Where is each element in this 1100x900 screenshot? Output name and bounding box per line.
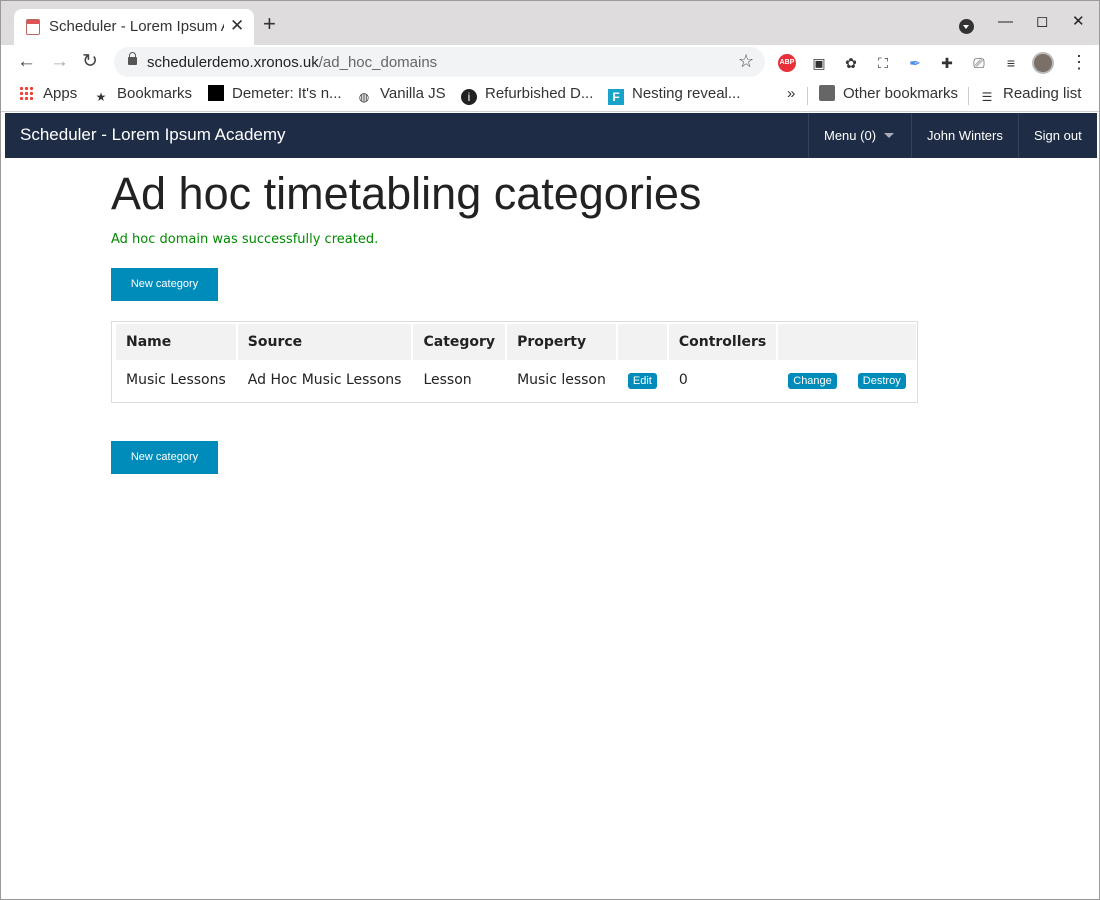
close-window-icon[interactable]: ✕ (1072, 12, 1085, 32)
url-text[interactable]: schedulerdemo.xronos.uk/ad_hoc_domains (147, 54, 437, 71)
star-icon: ★ (95, 90, 107, 104)
new-category-button-bottom[interactable]: New category (111, 441, 218, 474)
bookmark-divider (807, 87, 808, 105)
profile-avatar[interactable] (1032, 52, 1054, 74)
other-bookmarks[interactable]: Other bookmarks (819, 84, 958, 104)
bookmark-apps[interactable]: Apps (19, 84, 77, 104)
bookmark-vanilla-js[interactable]: ◍ Vanilla JS (356, 84, 446, 105)
other-bookmarks-label: Other bookmarks (843, 85, 959, 102)
forward-icon[interactable]: → (50, 51, 69, 73)
tab-search-icon[interactable] (959, 19, 974, 34)
tab-strip: Scheduler - Lorem Ipsum Academy ✕ + — ◻ … (1, 1, 1099, 45)
lock-icon (128, 52, 137, 65)
bookmark-nesting[interactable]: F Nesting reveal... (608, 84, 740, 105)
bookmark-label: Bookmarks (117, 85, 193, 102)
bookmark-label: Nesting reveal... (632, 85, 741, 102)
browser-toolbar: ← → ↻ schedulerdemo.xronos.uk/ad_hoc_dom… (1, 45, 1099, 80)
menu-dropdown[interactable]: Menu (0) (808, 113, 909, 158)
sign-out-link[interactable]: Sign out (1018, 113, 1097, 158)
edit-button[interactable]: Edit (627, 372, 657, 389)
page-title: Ad hoc timetabling categories (111, 168, 702, 219)
cell-name: Music Lessons (126, 372, 226, 388)
column-header-edit (617, 324, 667, 360)
feather-icon[interactable]: ✒ (906, 54, 924, 72)
back-icon[interactable]: ← (17, 51, 36, 73)
column-header-category: Category (413, 324, 506, 360)
browser-tab[interactable]: Scheduler - Lorem Ipsum Academy ✕ (14, 9, 254, 45)
media-queue-icon[interactable]: ≡ (1002, 54, 1020, 72)
dark-circle-icon: i (461, 89, 477, 105)
black-square-icon (208, 85, 224, 101)
reading-list-label: Reading list (1003, 85, 1082, 102)
site-title[interactable]: Scheduler - Lorem Ipsum Academy (20, 125, 286, 145)
address-bar[interactable]: schedulerdemo.xronos.uk/ad_hoc_domains ☆ (114, 47, 765, 77)
screenshot-icon[interactable]: ⛶ (874, 54, 892, 72)
bookmark-refurbished[interactable]: i Refurbished D... (461, 84, 593, 105)
apps-grid-icon (19, 86, 33, 100)
categories-table: Name Source Category Property Controller… (111, 321, 918, 403)
teal-f-icon: F (608, 89, 624, 105)
tab-title: Scheduler - Lorem Ipsum Academy (49, 18, 224, 35)
bookmark-divider (968, 87, 969, 105)
cell-actions: Change Destroy (778, 360, 915, 400)
table-row: Music Lessons Ad Hoc Music Lessons Lesso… (116, 360, 916, 400)
globe-icon: ◍ (358, 90, 370, 104)
folder-icon (819, 85, 835, 101)
cell-controllers: 0 (678, 372, 688, 388)
cell-edit: Edit (618, 360, 667, 400)
bookmark-label: Apps (43, 85, 78, 102)
cell-property: Music lesson (517, 372, 606, 388)
table-header-row: Name Source Category Property Controller… (116, 324, 916, 360)
bookmark-star-icon[interactable]: ☆ (738, 51, 754, 72)
cell-category: Lesson (423, 372, 472, 388)
browser-window: Scheduler - Lorem Ipsum Academy ✕ + — ◻ … (0, 0, 1100, 900)
chevron-down-icon (884, 133, 895, 138)
close-tab-icon[interactable]: ✕ (230, 16, 244, 36)
reload-icon[interactable]: ↻ (82, 51, 98, 73)
extension-icon[interactable]: ▣ (810, 54, 828, 72)
bookmark-bookmarks[interactable]: ★ Bookmarks (93, 84, 192, 105)
new-category-button[interactable]: New category (111, 268, 218, 301)
bookmarks-bar: Apps ★ Bookmarks Demeter: It's n... ◍ Vani… (1, 80, 1099, 112)
change-button[interactable]: Change (788, 372, 837, 389)
user-name-link[interactable]: John Winters (911, 113, 1018, 158)
maximize-icon[interactable]: ◻ (1036, 12, 1048, 32)
cell-source: Ad Hoc Music Lessons (247, 372, 402, 388)
new-tab-icon[interactable]: + (263, 13, 276, 35)
minimize-icon[interactable]: — (998, 12, 1013, 32)
bookmark-label: Demeter: It's n... (232, 85, 342, 102)
column-header-controllers: Controllers (668, 324, 777, 360)
destroy-button[interactable]: Destroy (857, 372, 906, 389)
cast-icon[interactable]: ⎚ (970, 54, 988, 72)
success-notice: Ad hoc domain was successfully created. (111, 232, 379, 247)
menu-label: Menu (0) (824, 128, 877, 143)
column-header-property: Property (507, 324, 616, 360)
reading-list[interactable]: ☰ Reading list (979, 84, 1082, 105)
site-navbar: Scheduler - Lorem Ipsum Academy Menu (0)… (5, 113, 1097, 158)
bookmark-label: Vanilla JS (380, 85, 446, 102)
reading-list-icon: ☰ (981, 90, 993, 104)
column-header-source: Source (237, 324, 412, 360)
bookmark-demeter[interactable]: Demeter: It's n... (208, 84, 342, 104)
adblock-icon[interactable]: ABP (778, 54, 796, 72)
bookmarks-overflow[interactable]: » (787, 84, 795, 104)
puzzle-icon[interactable]: ✚ (938, 54, 956, 72)
url-host: schedulerdemo.xronos.uk (147, 54, 319, 71)
calendar-icon (26, 19, 40, 35)
url-path: /ad_hoc_domains (318, 54, 438, 71)
gnome-extension-icon[interactable]: ✿ (842, 54, 860, 72)
bookmark-label: Refurbished D... (485, 85, 594, 102)
column-header-name: Name (116, 324, 236, 360)
column-header-actions (778, 324, 916, 360)
browser-menu-icon[interactable]: ⋮ (1070, 52, 1088, 72)
